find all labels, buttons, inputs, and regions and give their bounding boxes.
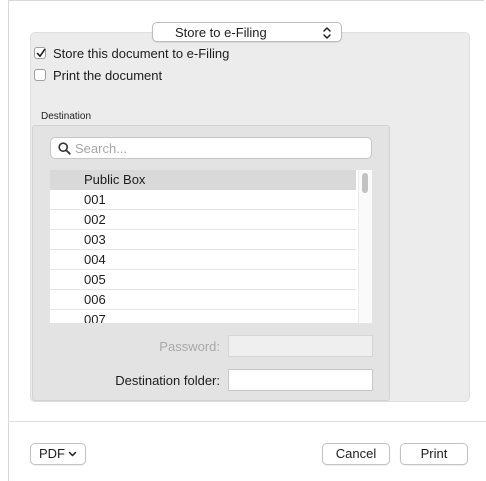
chevron-down-icon [68,451,77,457]
list-item[interactable]: 003 [50,230,356,250]
print-checkbox[interactable] [34,69,46,81]
destination-folder-field[interactable] [228,369,373,391]
scrollbar-thumb[interactable] [362,173,368,193]
destination-list[interactable]: Public Box 001 002 003 004 005 006 007 [50,170,372,323]
up-down-chevron-icon [321,26,333,40]
search-field[interactable] [50,137,372,159]
store-checkbox-label: Store this document to e-Filing [53,46,230,61]
window-left-border [8,0,9,481]
destination-folder-label: Destination folder: [115,373,220,388]
print-button[interactable]: Print [400,443,468,465]
footer-divider [8,421,486,422]
store-checkbox[interactable] [34,47,46,59]
password-input [229,336,372,356]
list-item[interactable]: 005 [50,270,356,290]
list-item[interactable]: 001 [50,190,356,210]
pdf-button-label: PDF [39,446,65,461]
search-input[interactable] [75,139,365,157]
destination-heading: Destination [41,111,92,122]
list-item[interactable]: 002 [50,210,356,230]
list-item[interactable]: 006 [50,290,356,310]
destination-folder-input[interactable] [229,370,372,390]
list-item[interactable]: 007 [50,310,356,323]
search-icon [58,142,71,155]
password-field [228,335,373,357]
list-item[interactable]: Public Box [50,170,356,190]
password-label: Password: [159,339,220,354]
cancel-button[interactable]: Cancel [322,443,390,465]
list-item[interactable]: 004 [50,250,356,270]
window-top-border [8,0,484,1]
print-checkbox-label: Print the document [53,68,163,83]
pdf-menu-button[interactable]: PDF [30,443,86,465]
popup-label: Store to e-Filing [175,25,267,40]
checkmark-icon [36,48,46,57]
destination-type-popup[interactable]: Store to e-Filing [152,22,342,42]
